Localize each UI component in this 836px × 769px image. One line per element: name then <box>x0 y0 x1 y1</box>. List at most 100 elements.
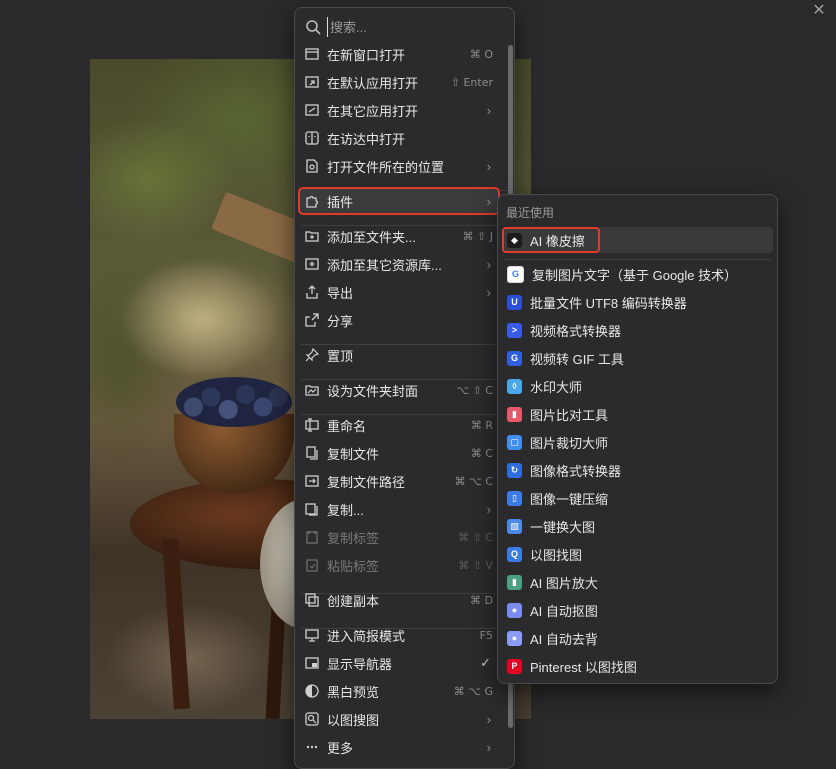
chevron-right-icon: › <box>486 102 491 118</box>
menu-item[interactable]: 在新窗口打开 ⌘ O <box>299 41 499 67</box>
menu-item-shortcut: ⌘ ⌥ G <box>453 684 493 698</box>
menu-item-shortcut: ⌘ O <box>469 47 493 61</box>
plugin-item[interactable]: > 视频格式转换器 <box>502 317 773 343</box>
chevron-right-icon: › <box>486 284 491 300</box>
plugin-item[interactable]: G 复制图片文字（基于 Google 技术） <box>502 261 773 287</box>
highlight-frame <box>502 227 600 253</box>
plugin-item-label: AI 自动抠图 <box>530 603 598 619</box>
grayscale-icon <box>304 683 320 699</box>
menu-item[interactable]: 重命名 ⌘ R <box>299 412 499 438</box>
menu-item[interactable]: 在默认应用打开 ⇧ Enter <box>299 69 499 95</box>
copy-icon <box>304 501 320 517</box>
plugin-item[interactable]: ◊ 水印大师 <box>502 373 773 399</box>
copy-tags-icon <box>304 529 320 545</box>
menu-item-label: 黑白预览 <box>327 684 380 700</box>
search-bar <box>301 14 508 40</box>
plugin-app-icon: > <box>507 322 522 338</box>
plugin-item[interactable]: Q 以图找图 <box>502 541 773 567</box>
menu-item-label: 添加至文件夹... <box>327 229 416 245</box>
plugin-item[interactable]: ● AI 自动抠图 <box>502 597 773 623</box>
close-icon[interactable]: ✕ <box>810 2 828 20</box>
plugin-item[interactable]: ▢ 图片裁切大师 <box>502 429 773 455</box>
plugin-app-icon: ● <box>507 630 522 646</box>
plugin-item-label: 批量文件 UTF8 编码转换器 <box>530 295 687 311</box>
folder-cover-icon <box>304 382 320 398</box>
plugin-item-label: 视频格式转换器 <box>530 323 622 339</box>
menu-item-label: 插件 <box>327 194 354 210</box>
menu-item-label: 在访达中打开 <box>327 131 406 147</box>
plugin-app-icon: ↻ <box>507 462 522 478</box>
menu-item-label: 置顶 <box>327 348 354 364</box>
paste-tags-icon <box>304 557 320 573</box>
menu-item-shortcut: ⌘ ⇧ C <box>458 530 493 544</box>
plugin-submenu: 最近使用 ◆ AI 橡皮擦 G 复制图片文字（基于 Google 技术） U 批量文件 U… <box>497 194 778 684</box>
menu-item[interactable]: 黑白预览 ⌘ ⌥ G <box>299 678 499 704</box>
chevron-right-icon: › <box>486 501 491 517</box>
menu-item[interactable]: 进入简报模式 F5 <box>299 622 499 648</box>
menu-item: 复制标签 ⌘ ⇧ C <box>299 524 499 550</box>
plugin-app-icon: ● <box>507 602 522 618</box>
menu-item[interactable]: 在其它应用打开 › <box>299 97 499 123</box>
menu-item[interactable]: 更多 › <box>299 734 499 760</box>
menu-item-label: 分享 <box>327 313 354 329</box>
menu-item[interactable]: 置顶 <box>299 342 499 368</box>
plugin-item-label: 水印大师 <box>530 379 583 395</box>
checkmark-icon: ✓ <box>480 655 491 670</box>
plugin-item[interactable]: ▮ 图片比对工具 <box>502 401 773 427</box>
menu-item-shortcut: ⌘ D <box>470 593 493 607</box>
menu-item-shortcut: ⌘ ⇧ J <box>462 229 493 243</box>
menu-item-label: 粘贴标签 <box>327 558 380 574</box>
menu-item: 粘贴标签 ⌘ ⇧ V <box>299 552 499 578</box>
puzzle-plugin-icon <box>304 193 320 209</box>
presentation-icon <box>304 627 320 643</box>
plugin-item[interactable]: ▯ 图像一键压缩 <box>502 485 773 511</box>
submenu-separator <box>504 259 771 260</box>
copy-path-icon <box>304 473 320 489</box>
menu-item[interactable]: 复制... › <box>299 496 499 522</box>
context-menu: 在新窗口打开 ⌘ O 在默认应用打开 ⇧ Enter 在其它应用打开 › 在访达中打开打开文… <box>294 7 515 769</box>
plugin-app-icon: G <box>507 265 524 283</box>
plugin-item[interactable]: ▨ 一键换大图 <box>502 513 773 539</box>
chevron-right-icon: › <box>486 256 491 272</box>
plugin-app-icon: ▮ <box>507 406 522 422</box>
menu-item[interactable]: 以图搜图 › <box>299 706 499 732</box>
menu-item[interactable]: 导出 › <box>299 279 499 305</box>
menu-item[interactable]: 显示导航器 ✓ <box>299 650 499 676</box>
search-icon <box>306 20 321 35</box>
menu-item[interactable]: 添加至文件夹... ⌘ ⇧ J <box>299 223 499 249</box>
menu-item[interactable]: 创建副本 ⌘ D <box>299 587 499 613</box>
more-icon <box>304 739 320 755</box>
menu-item-label: 在默认应用打开 <box>327 75 419 91</box>
menu-item[interactable]: 复制文件 ⌘ C <box>299 440 499 466</box>
plugin-item[interactable]: ● AI 自动去背 <box>502 625 773 651</box>
menu-item[interactable]: 插件 › <box>298 187 500 215</box>
new-window-icon <box>304 46 320 62</box>
menu-item[interactable]: 分享 <box>299 307 499 333</box>
plugin-item[interactable]: ▮ AI 图片放大 <box>502 569 773 595</box>
menu-item-label: 重命名 <box>327 418 367 434</box>
menu-item-label: 设为文件夹封面 <box>327 383 419 399</box>
plugin-app-icon: ◊ <box>507 378 522 394</box>
menu-item[interactable]: 在访达中打开 <box>299 125 499 151</box>
search-input[interactable] <box>327 17 505 37</box>
plugin-item[interactable]: P Pinterest 以图找图 <box>502 653 773 679</box>
plugin-item-label: AI 自动去背 <box>530 631 598 647</box>
plugin-item-label: 图片比对工具 <box>530 407 609 423</box>
menu-item[interactable]: 设为文件夹封面 ⌥ ⇧ C <box>299 377 499 403</box>
menu-item[interactable]: 打开文件所在的位置 › <box>299 153 499 179</box>
menu-item[interactable]: 添加至其它资源库... › <box>299 251 499 277</box>
plugin-item[interactable]: U 批量文件 UTF8 编码转换器 <box>502 289 773 315</box>
menu-item[interactable]: 复制文件路径 ⌘ ⌥ C <box>299 468 499 494</box>
plugin-item-label: 图像格式转换器 <box>530 463 622 479</box>
menu-item-label: 以图搜图 <box>327 712 380 728</box>
plugin-item[interactable]: ↻ 图像格式转换器 <box>502 457 773 483</box>
menu-item-label: 创建副本 <box>327 593 380 609</box>
menu-item-label: 打开文件所在的位置 <box>327 159 445 175</box>
menu-item-label: 添加至其它资源库... <box>327 257 442 273</box>
pin-icon <box>304 347 320 363</box>
menu-item-shortcut: F5 <box>479 628 493 642</box>
submenu-header: 最近使用 <box>506 206 555 220</box>
menu-item-label: 进入简报模式 <box>327 628 406 644</box>
plugin-item[interactable]: G 视频转 GIF 工具 <box>502 345 773 371</box>
menu-item-shortcut: ⌘ ⌥ C <box>454 474 493 488</box>
